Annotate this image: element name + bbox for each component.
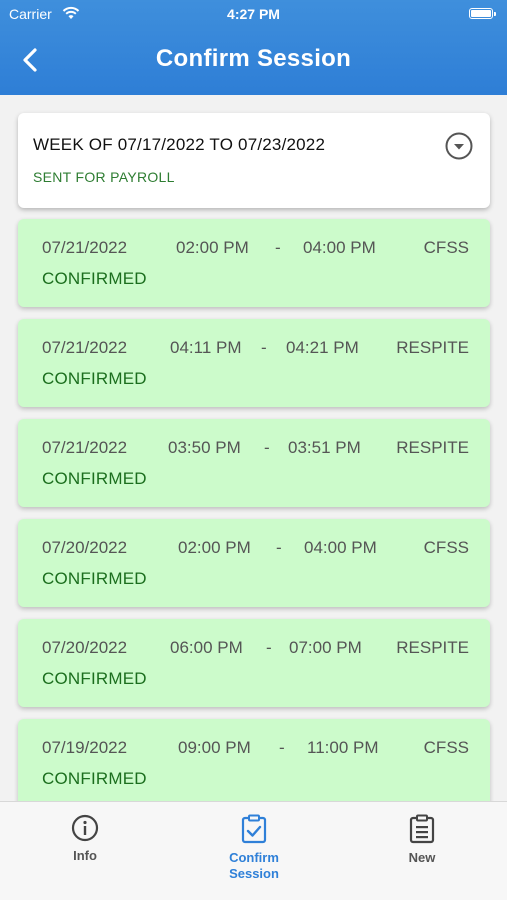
tab-bar: Info Confirm Session New (0, 801, 507, 900)
tab-confirm-session-label: Confirm Session (229, 850, 279, 881)
session-separator: - (261, 338, 267, 357)
session-end: 03:51 PM (288, 438, 361, 457)
session-end: 04:00 PM (304, 538, 377, 557)
session-date: 07/21/2022 (42, 238, 128, 257)
session-end: 07:00 PM (289, 638, 362, 657)
session-status: CONFIRMED (42, 369, 147, 388)
page-title: Confirm Session (155, 45, 352, 72)
session-separator: - (264, 438, 270, 457)
session-date: 07/20/2022 (42, 638, 128, 657)
session-card[interactable]: 07/21/2022 03:50 PM - 03:51 PM RESPITE C… (18, 419, 490, 507)
session-list[interactable]: WEEK OF 07/17/2022 TO 07/23/2022 SENT FO… (0, 95, 507, 801)
session-date: 07/21/2022 (42, 438, 128, 457)
session-type: RESPITE (396, 338, 469, 357)
session-date: 07/21/2022 (42, 338, 128, 357)
week-status: SENT FOR PAYROLL (33, 169, 175, 185)
expand-toggle-button[interactable] (444, 131, 474, 161)
session-date: 07/19/2022 (42, 738, 128, 757)
status-bar: Carrier 4:27 PM (0, 6, 507, 24)
session-start: 03:50 PM (168, 438, 241, 457)
session-type: RESPITE (396, 638, 469, 657)
session-separator: - (279, 738, 285, 757)
session-start: 02:00 PM (176, 238, 249, 257)
session-card[interactable]: 07/21/2022 04:11 PM - 04:21 PM RESPITE C… (18, 319, 490, 407)
session-type: CFSS (423, 738, 469, 757)
week-card: WEEK OF 07/17/2022 TO 07/23/2022 SENT FO… (18, 113, 490, 208)
clipboard-list-icon (409, 814, 435, 844)
session-separator: - (276, 538, 282, 557)
session-status: CONFIRMED (42, 569, 147, 588)
session-separator: - (275, 238, 281, 257)
info-icon (71, 814, 99, 842)
session-separator: - (266, 638, 272, 657)
session-card[interactable]: 07/20/2022 02:00 PM - 04:00 PM CFSS CONF… (18, 519, 490, 607)
week-title: WEEK OF 07/17/2022 TO 07/23/2022 (33, 135, 326, 154)
session-status: CONFIRMED (42, 769, 147, 788)
session-type: CFSS (423, 238, 469, 257)
session-status: CONFIRMED (42, 269, 147, 288)
session-end: 04:00 PM (303, 238, 376, 257)
session-card[interactable]: 07/20/2022 06:00 PM - 07:00 PM RESPITE C… (18, 619, 490, 707)
session-card[interactable]: 07/21/2022 02:00 PM - 04:00 PM CFSS CONF… (18, 219, 490, 307)
session-status: CONFIRMED (42, 669, 147, 688)
tab-new-label: New (408, 850, 436, 865)
tab-confirm-session[interactable]: Confirm Session (194, 814, 314, 882)
session-date: 07/20/2022 (42, 538, 128, 557)
battery-icon (469, 8, 496, 19)
tab-new[interactable]: New (362, 814, 482, 866)
session-start: 06:00 PM (170, 638, 243, 657)
session-start: 09:00 PM (178, 738, 251, 757)
session-start: 02:00 PM (178, 538, 251, 557)
session-end: 04:21 PM (286, 338, 359, 357)
session-card[interactable]: 07/19/2022 09:00 PM - 11:00 PM CFSS CONF… (18, 719, 490, 801)
session-status: CONFIRMED (42, 469, 147, 488)
session-start: 04:11 PM (170, 338, 242, 357)
session-type: CFSS (423, 538, 469, 557)
clock: 4:27 PM (227, 6, 280, 22)
session-type: RESPITE (396, 438, 469, 457)
tab-info[interactable]: Info (25, 814, 145, 864)
chevron-down-circle-icon (445, 132, 473, 160)
navigation-header: Carrier 4:27 PM Confirm Session (0, 0, 507, 95)
tab-info-label: Info (73, 848, 97, 863)
session-end: 11:00 PM (307, 738, 379, 757)
clipboard-check-icon (241, 814, 267, 844)
